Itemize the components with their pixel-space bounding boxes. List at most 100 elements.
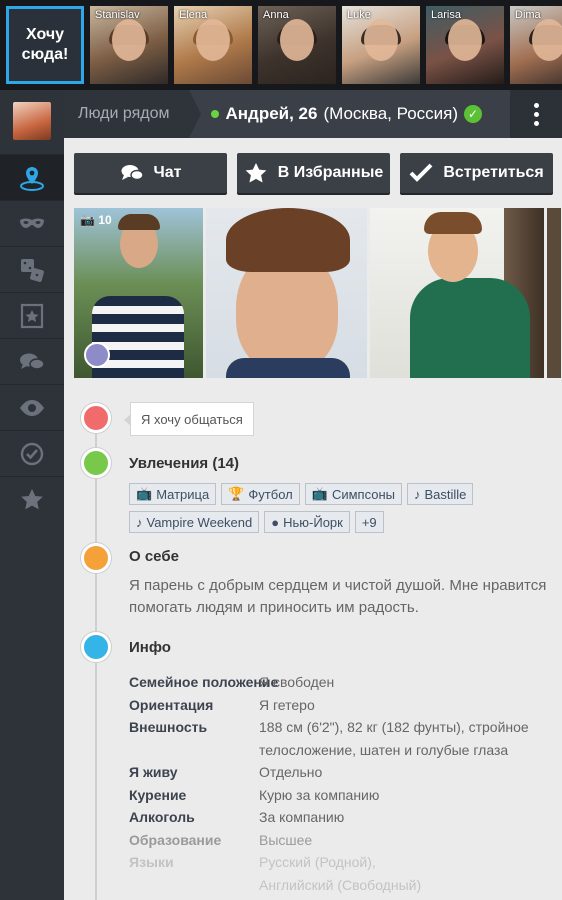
info-table: Семейное положение Я свободен Ориентация Я… — [129, 671, 559, 896]
photo-figure-sweater — [410, 278, 530, 378]
want-here-button[interactable]: Хочу сюда! — [6, 6, 84, 84]
info-key: Я живу — [129, 764, 178, 780]
info-value: Я гетеро — [259, 696, 315, 713]
breadcrumb-people-nearby[interactable]: Люди рядом — [64, 90, 203, 138]
info-key: Внешность — [129, 719, 208, 735]
person-name: Elena — [179, 9, 208, 21]
star-icon — [21, 488, 43, 509]
info-value: Курю за компанию — [259, 786, 380, 803]
person-node-icon — [81, 543, 111, 573]
avatar-face — [448, 19, 482, 62]
profile-name: Андрей, 26 — [225, 104, 318, 123]
framed-star-icon — [20, 303, 44, 328]
interest-tag-label: Матрица — [156, 486, 210, 502]
person-thumbnail[interactable]: Stanislav — [90, 6, 168, 84]
photo-figure-shirt — [92, 296, 184, 378]
person-thumbnail[interactable]: Larisa — [426, 6, 504, 84]
nav-matches[interactable] — [0, 430, 64, 476]
avatar-face — [196, 19, 230, 62]
info-value: Английский (Свободный) — [259, 876, 422, 893]
info-value: Русский (Родной), — [259, 854, 376, 870]
interest-tag[interactable]: ♪ Vampire Weekend — [129, 511, 260, 533]
my-avatar[interactable] — [13, 102, 51, 140]
status-bubble: Я хочу общаться — [124, 402, 254, 436]
favorites-label: В Избранные — [277, 164, 384, 181]
profile-photo[interactable] — [206, 208, 367, 378]
nav-encounters[interactable] — [0, 200, 64, 246]
photo-count-value: 10 — [98, 213, 112, 227]
person-thumbnail[interactable]: Dima — [510, 6, 562, 84]
info-row: Английский (Свободный) — [129, 874, 559, 897]
info-title: Инфо — [129, 639, 171, 656]
tv-icon: 📺 — [136, 486, 153, 501]
profile-photo[interactable] — [370, 208, 544, 378]
about-title: О себе — [129, 548, 179, 565]
profile-title: Андрей, 26 (Москва, Россия) ✓ — [211, 104, 483, 124]
chat-label: Чат — [153, 164, 182, 181]
nav-visitors[interactable] — [0, 384, 64, 430]
info-value: За компанию — [259, 809, 345, 825]
nav-stars[interactable] — [0, 476, 64, 522]
interest-tag[interactable]: 📺 Симпсоны — [304, 483, 402, 505]
interest-tag-label: Футбол — [248, 486, 293, 502]
meet-button[interactable]: Встретиться — [400, 153, 553, 193]
interest-tag[interactable]: 📺 Матрица — [129, 483, 217, 505]
online-indicator-icon — [211, 110, 220, 118]
person-name: Anna — [263, 9, 289, 21]
info-value: 188 см (6'2"), 82 кг (182 фунты), стройн… — [259, 719, 529, 758]
interest-tag-label: Симпсоны — [331, 486, 395, 502]
location-pin-icon — [20, 166, 44, 191]
dice-icon — [21, 258, 44, 282]
interest-tag[interactable]: ♪ Bastille — [406, 483, 474, 505]
profile-location: (Москва, Россия) — [323, 104, 459, 123]
nav-people-nearby[interactable] — [0, 154, 64, 200]
profile-photo-partial[interactable] — [547, 208, 561, 378]
photo-figure-shirt — [226, 358, 350, 378]
more-interests-tag[interactable]: +9 — [354, 511, 384, 533]
checkmark-icon — [409, 163, 433, 182]
info-key — [129, 874, 259, 897]
info-value: Отдельно — [259, 764, 323, 780]
interest-tag[interactable]: 🏆 Футбол — [221, 483, 300, 505]
info-value: Я свободен — [259, 674, 335, 690]
profile-photo[interactable]: 📷 10 — [74, 208, 203, 378]
action-buttons: Чат В Избранные Встретиться — [74, 153, 553, 193]
add-to-favorites-button[interactable]: В Избранные — [237, 153, 390, 193]
interest-tag-label: Нью-Йорк — [283, 514, 343, 530]
info-row: Алкоголь За компанию — [129, 806, 559, 829]
info-key: Курение — [129, 786, 187, 803]
photo-count: 📷 10 — [80, 213, 112, 227]
chat-button[interactable]: Чат — [74, 153, 227, 193]
camera-icon[interactable] — [84, 342, 110, 368]
interests-title: Увлечения (14) — [129, 455, 240, 472]
interest-tag-label: Bastille — [424, 486, 467, 502]
person-name: Stanislav — [95, 9, 140, 21]
avatar-face — [112, 19, 146, 62]
star-icon — [245, 163, 267, 183]
person-name: Larisa — [431, 9, 461, 21]
globe-icon: ● — [271, 514, 280, 530]
person-thumbnail[interactable]: Elena — [174, 6, 252, 84]
music-note-icon: ♪ — [413, 486, 421, 502]
avatar-face — [280, 19, 314, 62]
music-note-icon: ♪ — [136, 514, 143, 530]
info-row: Образование Высшее — [129, 829, 559, 852]
photo-gallery: 📷 10 — [74, 208, 562, 378]
person-thumbnail[interactable]: Luke — [342, 6, 420, 84]
nav-games[interactable] — [0, 246, 64, 292]
chat-bubbles-icon — [20, 353, 45, 370]
info-key: Алкоголь — [129, 809, 195, 825]
nav-favorites-list[interactable] — [0, 292, 64, 338]
interest-tag[interactable]: ● Нью-Йорк — [264, 511, 350, 533]
person-name: Luke — [347, 9, 371, 21]
info-row: Курение Курю за компанию — [129, 784, 559, 807]
check-circle-icon — [20, 442, 44, 465]
person-thumbnail[interactable]: Anna — [258, 6, 336, 84]
tv-icon: 📺 — [311, 486, 328, 501]
eye-icon — [20, 399, 44, 416]
nav-messages[interactable] — [0, 338, 64, 384]
about-text: Я парень с добрым сердцем и чистой душой… — [129, 577, 547, 616]
person-name: Dima — [515, 9, 541, 21]
overflow-menu-button[interactable] — [510, 90, 562, 138]
trophy-icon: 🏆 — [228, 486, 245, 501]
